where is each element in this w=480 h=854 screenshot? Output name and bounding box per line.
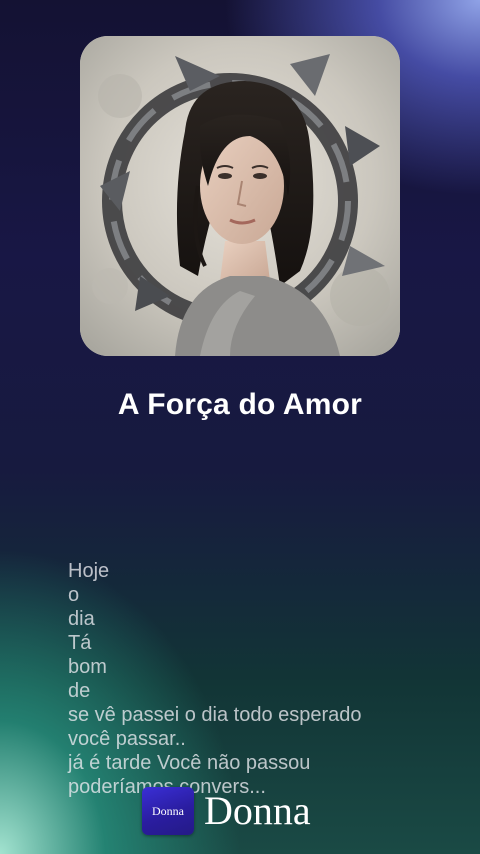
lyric-line: Hoje	[68, 560, 110, 582]
artwork-image	[80, 36, 400, 356]
lyric-line: já é tarde Você não passou	[68, 752, 311, 774]
song-title: A Força do Amor	[117, 388, 363, 421]
lyric-line: dia	[68, 608, 95, 630]
lyric-line: você passar..	[68, 728, 186, 750]
lyric-line: se vê passei o dia todo esperado	[68, 704, 362, 726]
lyrics-list: Hoje o dia Tá bom de se vê passei o dia …	[68, 559, 468, 799]
lyric-line: Tá	[68, 632, 92, 654]
lyric-line: de	[68, 680, 91, 702]
brand-watermark: Donna Donna	[142, 786, 311, 836]
brand-logo: Donna	[142, 787, 194, 835]
lyric-line: o	[68, 584, 80, 606]
lyric-line: bom	[68, 656, 107, 678]
brand-name: Donna	[204, 788, 311, 833]
album-artwork	[80, 36, 400, 356]
